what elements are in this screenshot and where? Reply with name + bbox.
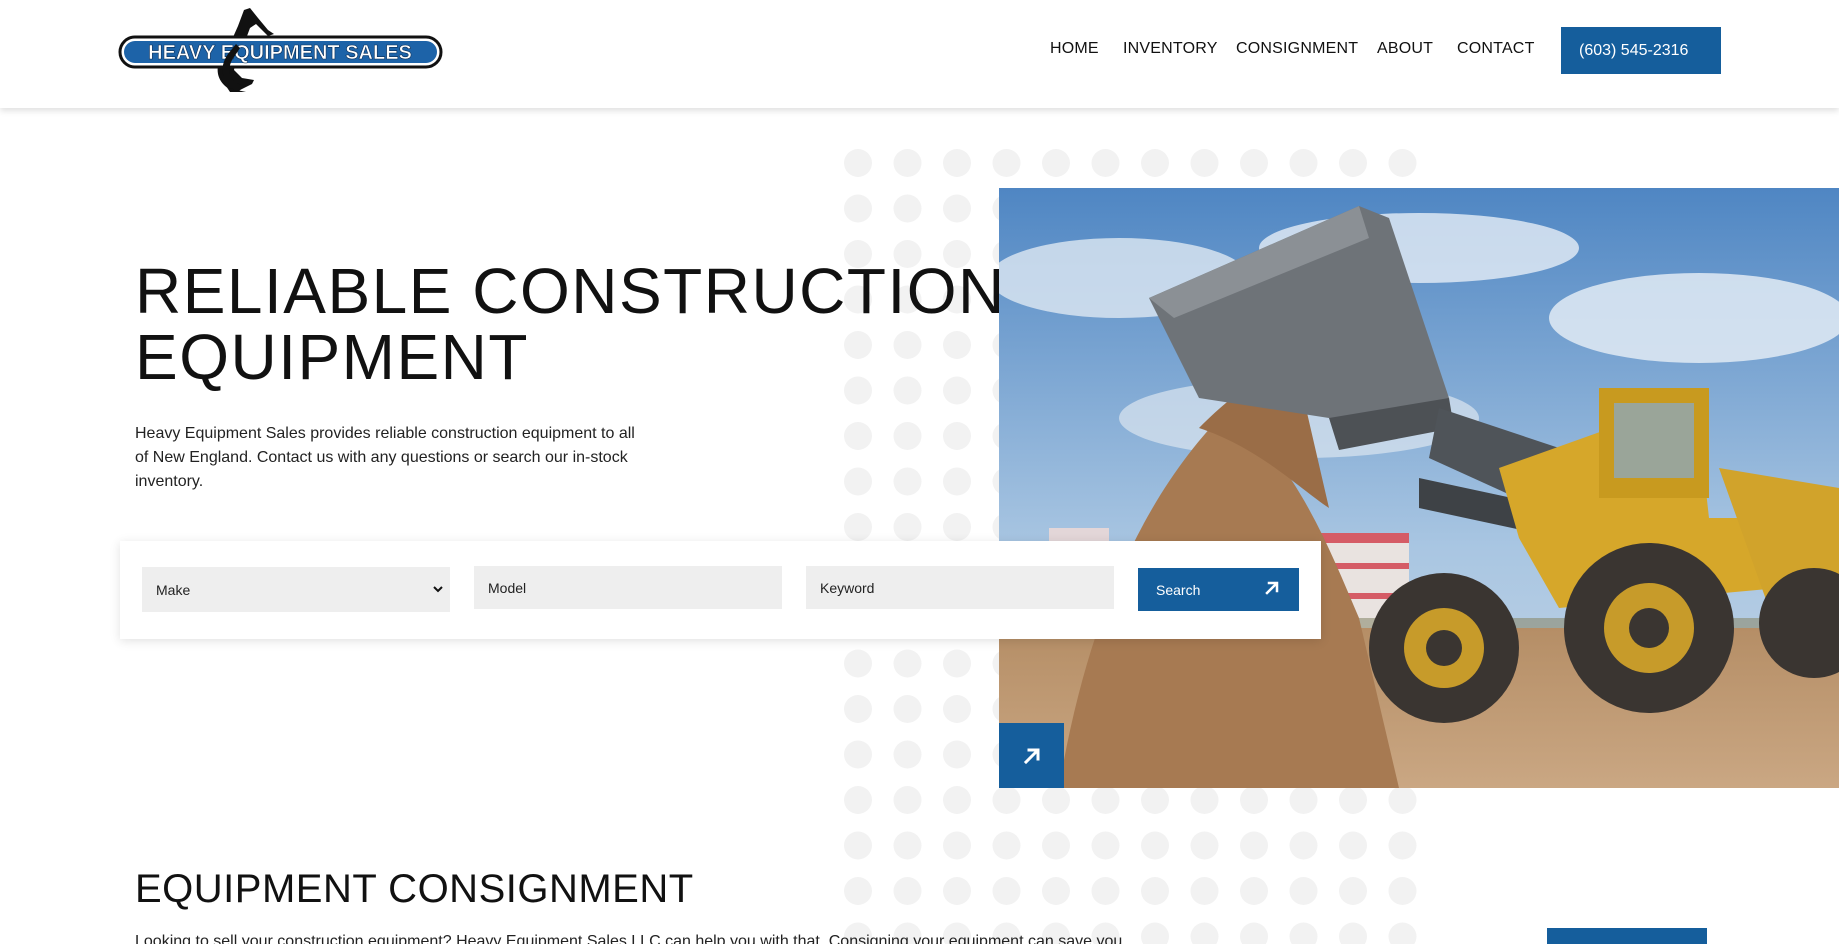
hero-description: Heavy Equipment Sales provides reliable … [135, 425, 635, 490]
search-button-label: Search [1156, 581, 1201, 598]
keyword-input[interactable] [820, 579, 1114, 596]
nav-home[interactable]: HOME [1050, 40, 1099, 58]
hero-title-line2: EQUIPMENT [135, 321, 529, 393]
logo-text: HEAVY EQUIPMENT SALES [148, 42, 412, 64]
phone-button[interactable]: (603) 545-2316 [1561, 27, 1721, 74]
model-field-wrapper [474, 566, 782, 609]
arrow-up-right-icon [1265, 581, 1279, 595]
nav-inventory[interactable]: INVENTORY [1123, 40, 1218, 58]
logo[interactable]: HEAVY EQUIPMENT SALES [118, 4, 443, 92]
consignment-title: EQUIPMENT CONSIGNMENT [135, 867, 694, 911]
hero-title-line1: RELIABLE CONSTRUCTION [135, 255, 1006, 327]
inventory-search-panel: Make Search [120, 541, 1321, 639]
hero-title: RELIABLE CONSTRUCTION EQUIPMENT [135, 258, 1006, 390]
make-select-value: Make [156, 581, 191, 598]
arrow-up-right-icon [1023, 748, 1039, 764]
nav-contact[interactable]: CONTACT [1457, 40, 1535, 58]
hero-image [999, 188, 1839, 788]
make-select[interactable]: Make [142, 567, 450, 612]
search-button[interactable]: Search [1138, 568, 1299, 611]
model-input[interactable] [488, 579, 782, 596]
keyword-field-wrapper [806, 566, 1114, 609]
chevron-down-icon [433, 586, 443, 593]
nav-consignment[interactable]: CONSIGNMENT [1236, 40, 1358, 58]
consignment-button[interactable] [1547, 928, 1707, 944]
consignment-text: Looking to sell your construction equipm… [135, 933, 1123, 944]
site-header: HEAVY EQUIPMENT SALES HOME INVENTORY CON… [0, 0, 1839, 108]
nav-about[interactable]: ABOUT [1377, 40, 1433, 58]
hero-arrow-button[interactable] [999, 723, 1064, 788]
